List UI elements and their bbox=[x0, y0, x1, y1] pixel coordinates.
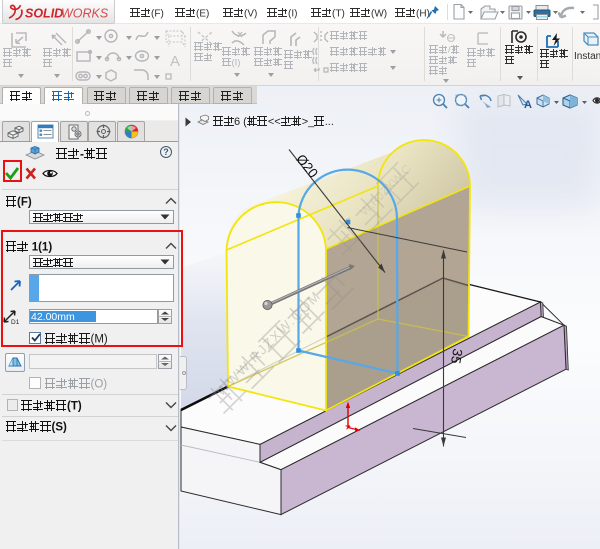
svg-text:Ø20: Ø20 bbox=[293, 151, 321, 180]
svg-text:A: A bbox=[170, 53, 180, 70]
svg-text:35: 35 bbox=[448, 347, 465, 364]
svg-text:WORKS: WORKS bbox=[61, 7, 109, 21]
svg-text:SOLID: SOLID bbox=[25, 7, 63, 21]
svg-text:A: A bbox=[524, 99, 532, 111]
